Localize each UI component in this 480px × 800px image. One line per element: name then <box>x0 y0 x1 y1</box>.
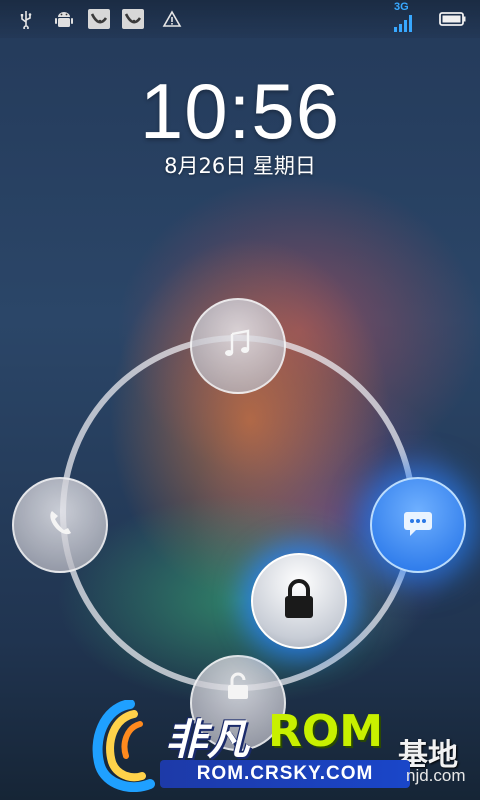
lock-icon <box>279 577 319 625</box>
usb-icon <box>14 8 38 30</box>
music-shortcut-button[interactable] <box>190 298 286 394</box>
notification-app-icon[interactable] <box>120 8 146 30</box>
notification-app-icon[interactable] <box>86 8 112 30</box>
message-icon <box>401 507 435 543</box>
phone-shortcut-button[interactable] <box>12 477 108 573</box>
phone-icon <box>43 506 77 544</box>
watermark-logo-icon <box>90 699 168 793</box>
status-bar: 3G <box>0 0 480 38</box>
lock-handle[interactable] <box>251 553 347 649</box>
music-icon <box>220 326 256 366</box>
lockscreen-date: 8月26日 星期日 <box>164 154 316 178</box>
watermark-brand-cn: 非凡 <box>165 715 250 764</box>
message-shortcut-button[interactable] <box>370 477 466 573</box>
battery-icon <box>438 8 468 30</box>
android-debug-icon <box>52 8 76 30</box>
lockscreen-clock: 10:56 <box>139 67 341 155</box>
watermark: 非凡 ROM 基地 ROM.CRSKY.COM njd.com <box>90 699 480 800</box>
signal-icon <box>392 12 416 34</box>
warning-icon <box>160 8 184 30</box>
watermark-brand-rom: ROM <box>268 706 384 757</box>
watermark-url: ROM.CRSKY.COM <box>160 760 410 788</box>
watermark-side-text: njd.com <box>406 766 466 785</box>
